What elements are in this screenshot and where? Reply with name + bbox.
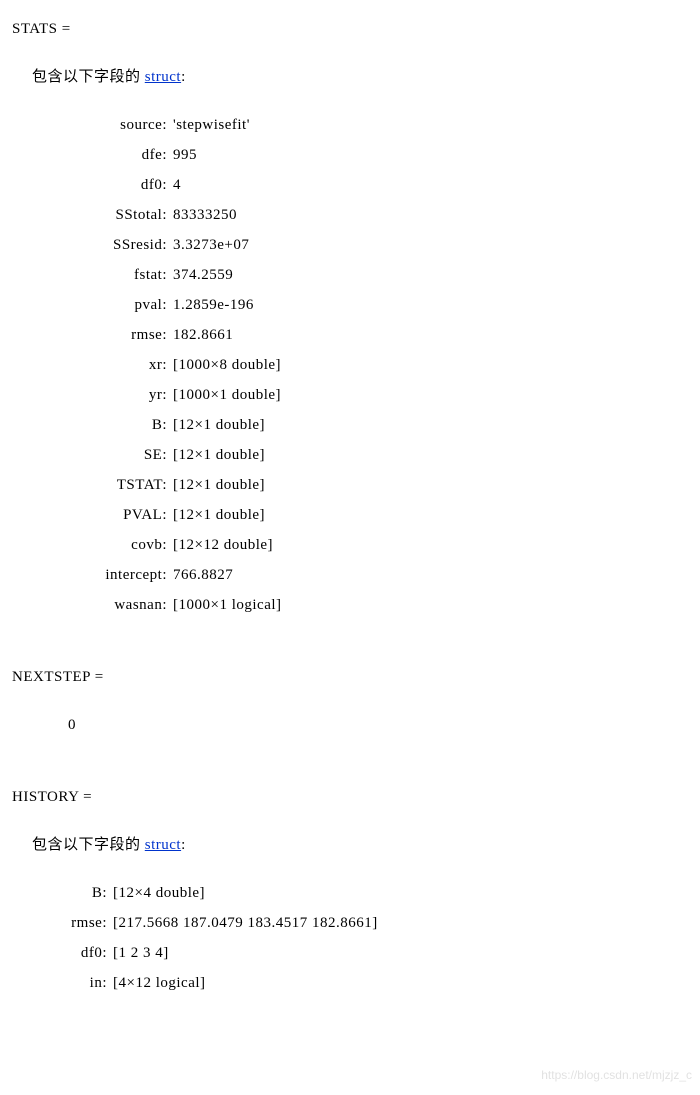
field-key: rmse: — [12, 320, 167, 350]
field-key: B: — [12, 878, 107, 908]
field-value: 1.2859e-196 — [167, 290, 254, 320]
field-row: B:[12×1 double] — [12, 410, 688, 440]
field-value: [1000×8 double] — [167, 350, 281, 380]
field-key: yr: — [12, 380, 167, 410]
field-value: [1000×1 double] — [167, 380, 281, 410]
field-row: PVAL:[12×1 double] — [12, 500, 688, 530]
field-row: df0:[1 2 3 4] — [12, 938, 688, 968]
stats-fields: source:'stepwisefit'dfe:995df0:4SStotal:… — [12, 110, 688, 620]
struct-link[interactable]: struct — [145, 69, 181, 85]
nextstep-value: 0 — [68, 710, 688, 740]
field-key: SE: — [12, 440, 167, 470]
field-row: B:[12×4 double] — [12, 878, 688, 908]
field-value: [12×1 double] — [167, 410, 265, 440]
field-row: rmse:[217.5668 187.0479 183.4517 182.866… — [12, 908, 688, 938]
stats-struct-description: 包含以下字段的 struct: — [32, 62, 688, 92]
field-key: rmse: — [12, 908, 107, 938]
field-row: TSTAT:[12×1 double] — [12, 470, 688, 500]
field-key: SStotal: — [12, 200, 167, 230]
field-row: covb:[12×12 double] — [12, 530, 688, 560]
document-page: STATS = 包含以下字段的 struct: source:'stepwise… — [0, 0, 700, 1095]
field-value: 'stepwisefit' — [167, 110, 250, 140]
field-value: [12×4 double] — [107, 878, 205, 908]
field-key: PVAL: — [12, 500, 167, 530]
field-value: [1 2 3 4] — [107, 938, 169, 968]
field-row: source:'stepwisefit' — [12, 110, 688, 140]
field-row: df0:4 — [12, 170, 688, 200]
field-key: SSresid: — [12, 230, 167, 260]
field-row: rmse:182.8661 — [12, 320, 688, 350]
history-desc-prefix: 包含以下字段的 — [32, 837, 145, 853]
field-value: [12×1 double] — [167, 440, 265, 470]
field-row: wasnan:[1000×1 logical] — [12, 590, 688, 620]
field-key: covb: — [12, 530, 167, 560]
field-row: intercept:766.8827 — [12, 560, 688, 590]
field-key: dfe: — [12, 140, 167, 170]
field-row: dfe:995 — [12, 140, 688, 170]
field-key: intercept: — [12, 560, 167, 590]
field-row: yr:[1000×1 double] — [12, 380, 688, 410]
history-header: HISTORY = — [12, 782, 688, 812]
field-value: 995 — [167, 140, 197, 170]
watermark: https://blog.csdn.net/mjzjz_c — [541, 1063, 692, 1087]
field-key: wasnan: — [12, 590, 167, 620]
field-value: [12×1 double] — [167, 470, 265, 500]
struct-link[interactable]: struct — [145, 837, 181, 853]
field-value: 3.3273e+07 — [167, 230, 249, 260]
field-key: source: — [12, 110, 167, 140]
field-key: xr: — [12, 350, 167, 380]
field-value: 4 — [167, 170, 181, 200]
field-row: SSresid:3.3273e+07 — [12, 230, 688, 260]
field-value: [4×12 logical] — [107, 968, 206, 998]
field-value: 374.2559 — [167, 260, 233, 290]
field-key: in: — [12, 968, 107, 998]
field-row: SE:[12×1 double] — [12, 440, 688, 470]
stats-desc-suffix: : — [181, 69, 186, 85]
field-row: xr:[1000×8 double] — [12, 350, 688, 380]
field-value: [217.5668 187.0479 183.4517 182.8661] — [107, 908, 378, 938]
field-value: 766.8827 — [167, 560, 233, 590]
history-struct-description: 包含以下字段的 struct: — [32, 830, 688, 860]
field-value: [12×1 double] — [167, 500, 265, 530]
field-key: pval: — [12, 290, 167, 320]
field-row: in:[4×12 logical] — [12, 968, 688, 998]
field-value: [12×12 double] — [167, 530, 273, 560]
field-key: df0: — [12, 170, 167, 200]
field-key: fstat: — [12, 260, 167, 290]
field-value: [1000×1 logical] — [167, 590, 282, 620]
history-fields: B:[12×4 double]rmse:[217.5668 187.0479 1… — [12, 878, 688, 998]
field-row: SStotal:83333250 — [12, 200, 688, 230]
field-value: 83333250 — [167, 200, 237, 230]
field-key: TSTAT: — [12, 470, 167, 500]
stats-desc-prefix: 包含以下字段的 — [32, 69, 145, 85]
field-key: df0: — [12, 938, 107, 968]
field-row: fstat:374.2559 — [12, 260, 688, 290]
field-value: 182.8661 — [167, 320, 233, 350]
history-desc-suffix: : — [181, 837, 186, 853]
nextstep-header: NEXTSTEP = — [12, 662, 688, 692]
field-row: pval:1.2859e-196 — [12, 290, 688, 320]
field-key: B: — [12, 410, 167, 440]
stats-header: STATS = — [12, 14, 688, 44]
